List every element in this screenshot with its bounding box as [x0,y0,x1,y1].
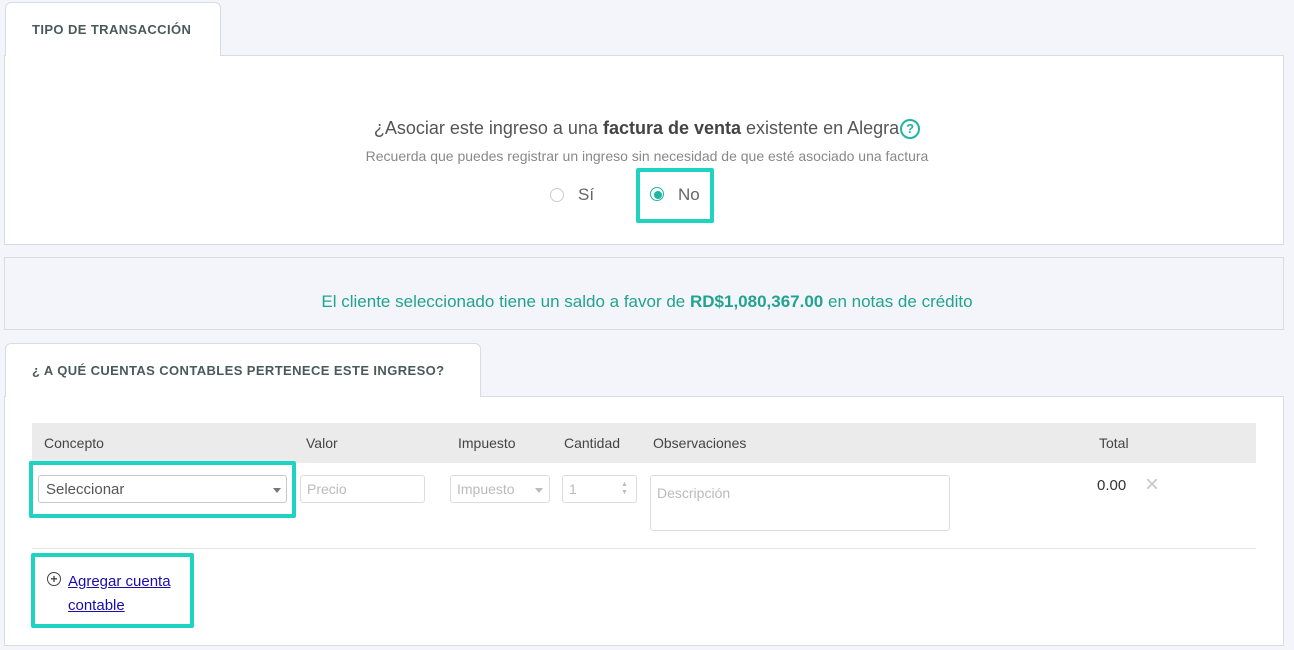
radio-no-label[interactable]: No [678,185,700,205]
header-total: Total [1099,435,1129,451]
tax-select[interactable]: Impuesto [450,475,550,503]
credit-banner-text: El cliente seleccionado tiene un saldo a… [0,292,1294,312]
add-account-link[interactable]: Agregar cuenta contable [68,570,171,618]
header-tax: Impuesto [458,435,516,451]
table-header [32,423,1256,463]
transaction-type-tab: TIPO DE TRANSACCIÓN [5,2,221,56]
stepper-arrows-icon[interactable]: ▲ ▼ [621,481,628,497]
description-textarea[interactable]: Descripción [650,475,950,531]
price-input[interactable]: Precio [300,475,425,503]
tax-select-value: Impuesto [457,481,515,497]
price-placeholder: Precio [307,481,347,497]
chevron-down-icon [273,488,281,493]
association-hint: Recuerda que puedes registrar un ingreso… [365,148,929,164]
concept-select-value: Seleccionar [46,480,125,498]
help-icon[interactable]: ? [900,119,921,139]
credit-amount: RD$1,080,367.00 [689,292,824,311]
radio-no[interactable] [650,187,664,201]
credit-suffix: en notas de crédito [823,292,973,311]
association-question: ¿Asociar este ingreso a una factura de v… [0,118,1294,139]
quantity-stepper[interactable]: 1 ▲ ▼ [562,475,637,503]
question-prefix: ¿Asociar este ingreso a una [373,118,603,138]
header-notes: Observaciones [653,435,747,451]
plus-circle-icon[interactable]: + [47,572,61,586]
question-suffix: existente en Alegra [741,118,900,138]
accounts-tab: ¿ A QUÉ CUENTAS CONTABLES PERTENECE ESTE… [5,343,481,397]
row-total: 0.00 [1097,477,1127,494]
radio-no-highlight [636,168,714,223]
row-divider [32,548,1256,549]
radio-si[interactable] [550,188,564,202]
header-quantity: Cantidad [564,435,621,451]
add-account-label-line1[interactable]: Agregar cuenta [68,573,171,590]
quantity-value: 1 [569,481,577,497]
concept-select[interactable]: Seleccionar [38,475,287,503]
transaction-type-tab-label: TIPO DE TRANSACCIÓN [32,22,192,37]
question-bold: factura de venta [602,118,742,138]
chevron-down-icon [535,488,543,493]
header-value: Valor [306,435,338,451]
description-placeholder: Descripción [657,485,731,501]
close-icon[interactable]: × [1145,473,1159,497]
accounts-tab-label: ¿ A QUÉ CUENTAS CONTABLES PERTENECE ESTE… [32,363,445,378]
radio-si-label[interactable]: Sí [578,185,594,205]
credit-prefix: El cliente seleccionado tiene un saldo a… [321,292,690,311]
add-account-label-line2[interactable]: contable [68,597,125,614]
header-concept: Concepto [44,435,104,451]
